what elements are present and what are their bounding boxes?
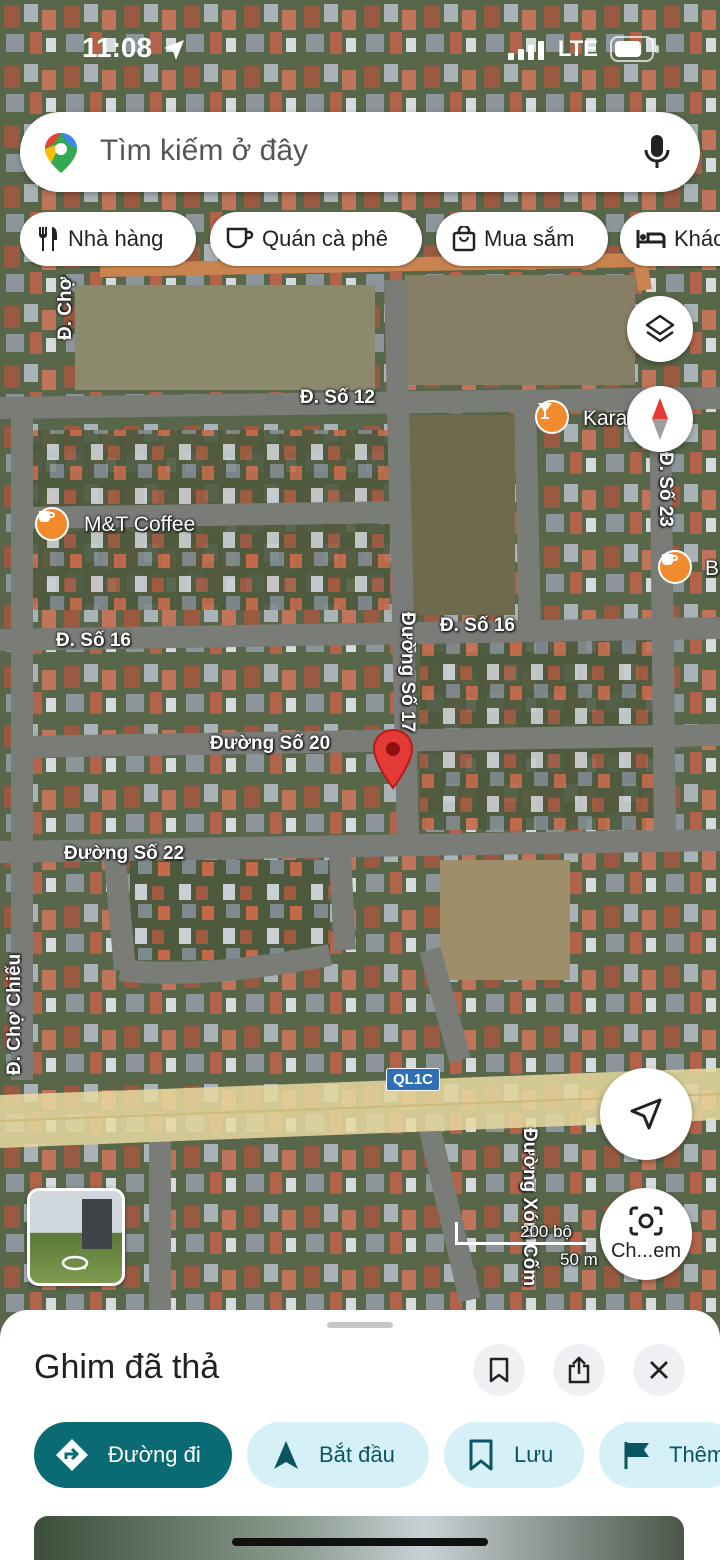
directions-icon <box>56 1439 88 1471</box>
home-indicator[interactable] <box>232 1538 488 1546</box>
sheet-title: Ghim đã thả <box>34 1348 220 1386</box>
category-chips: Nhà hàng Quán cà phê Mua sắm Khác <box>20 212 720 268</box>
more-button[interactable]: Thêm <box>599 1422 720 1488</box>
road-label-so20: Đường Số 20 <box>210 733 331 754</box>
chip-label: Nhà hàng <box>68 226 164 251</box>
status-time: 11:08 <box>82 32 153 63</box>
share-button[interactable] <box>553 1344 605 1396</box>
chip-restaurants[interactable]: Nhà hàng <box>20 212 196 266</box>
restaurant-icon <box>39 227 57 251</box>
scale-label-bottom: 50 m <box>560 1250 598 1269</box>
my-location-button[interactable] <box>600 1068 692 1160</box>
network-type: LTE <box>558 36 598 61</box>
chip-label: Khác <box>674 226 720 251</box>
shopping-bag-icon <box>452 226 476 252</box>
road-label-cho: Đ. Chợ <box>55 276 76 340</box>
directions-label: Đường đi <box>108 1442 201 1467</box>
start-label: Bắt đầu <box>319 1442 395 1467</box>
poi-label-coffee[interactable]: M&T Coffee <box>84 513 195 537</box>
directions-button[interactable]: Đường đi <box>34 1422 232 1488</box>
coffee-poi-icon[interactable] <box>35 507 69 541</box>
search-input[interactable]: Tìm kiếm ở đây <box>100 134 308 168</box>
navigation-arrow-icon <box>274 1441 298 1469</box>
street-view-thumbnail[interactable] <box>27 1188 125 1286</box>
road-label-so16-left: Đ. Số 16 <box>56 630 131 651</box>
chip-shopping[interactable]: Mua sắm <box>436 212 608 266</box>
navigate-arrow-icon <box>630 1098 662 1130</box>
flag-icon <box>624 1442 649 1469</box>
battery-icon <box>610 36 659 62</box>
bookmark-save-icon <box>469 1439 493 1471</box>
search-bar[interactable]: Tìm kiếm ở đây <box>20 112 700 192</box>
sheet-drag-handle[interactable] <box>327 1322 393 1328</box>
status-bar: 11:08 LTE <box>0 30 720 70</box>
hotel-bed-icon <box>636 230 666 248</box>
start-button[interactable]: Bắt đầu <box>247 1422 429 1488</box>
signal-bars-icon <box>508 41 544 60</box>
road-label-so22: Đường Số 22 <box>64 843 185 864</box>
camera-search-button[interactable]: Ch...em <box>600 1188 692 1280</box>
chip-coffee[interactable]: Quán cà phê <box>210 212 422 266</box>
bookmark-icon <box>489 1357 509 1383</box>
road-label-xom-com: Đường Xóm Cốm <box>519 1128 540 1287</box>
highway-shield-ql1c: QL1C <box>386 1068 441 1091</box>
scale-label-top: 200 bộ <box>520 1222 572 1241</box>
chip-label: Mua sắm <box>484 226 575 251</box>
save-label: Lưu <box>514 1442 554 1467</box>
dropped-pin-icon[interactable] <box>371 728 415 792</box>
road-label-so16-right: Đ. Số 16 <box>440 615 515 636</box>
road-label-so17: Đường Số 17 <box>397 612 418 733</box>
compass-icon <box>652 398 668 440</box>
layers-icon <box>645 314 675 343</box>
road-label-so12: Đ. Số 12 <box>300 387 375 408</box>
location-arrow-icon <box>164 40 184 60</box>
close-icon <box>650 1361 668 1379</box>
more-label: Thêm <box>669 1442 720 1467</box>
microphone-icon[interactable] <box>644 134 670 170</box>
bookmark-button[interactable] <box>473 1344 525 1396</box>
save-button[interactable]: Lưu <box>444 1422 584 1488</box>
camera-lens-icon <box>629 1206 663 1235</box>
share-icon <box>568 1356 590 1384</box>
road-label-cho-chieu: Đ. Chợ Chiếu <box>4 953 25 1075</box>
road-label-so23: Đ. Số 23 <box>655 452 676 527</box>
layers-button[interactable] <box>627 296 693 362</box>
coffee-icon <box>226 227 254 249</box>
karaoke-poi-icon[interactable] <box>535 400 569 434</box>
poi-label-right[interactable]: B <box>705 557 719 581</box>
google-maps-logo-icon <box>45 133 77 173</box>
chip-label: Quán cà phê <box>262 226 388 251</box>
camera-search-label: Ch...em <box>610 1239 682 1262</box>
compass-button[interactable] <box>627 386 693 452</box>
chip-hotels[interactable]: Khác <box>620 212 720 266</box>
rotate-360-icon <box>61 1255 89 1271</box>
close-button[interactable] <box>633 1344 685 1396</box>
coffee-poi-icon-right[interactable] <box>658 550 692 584</box>
